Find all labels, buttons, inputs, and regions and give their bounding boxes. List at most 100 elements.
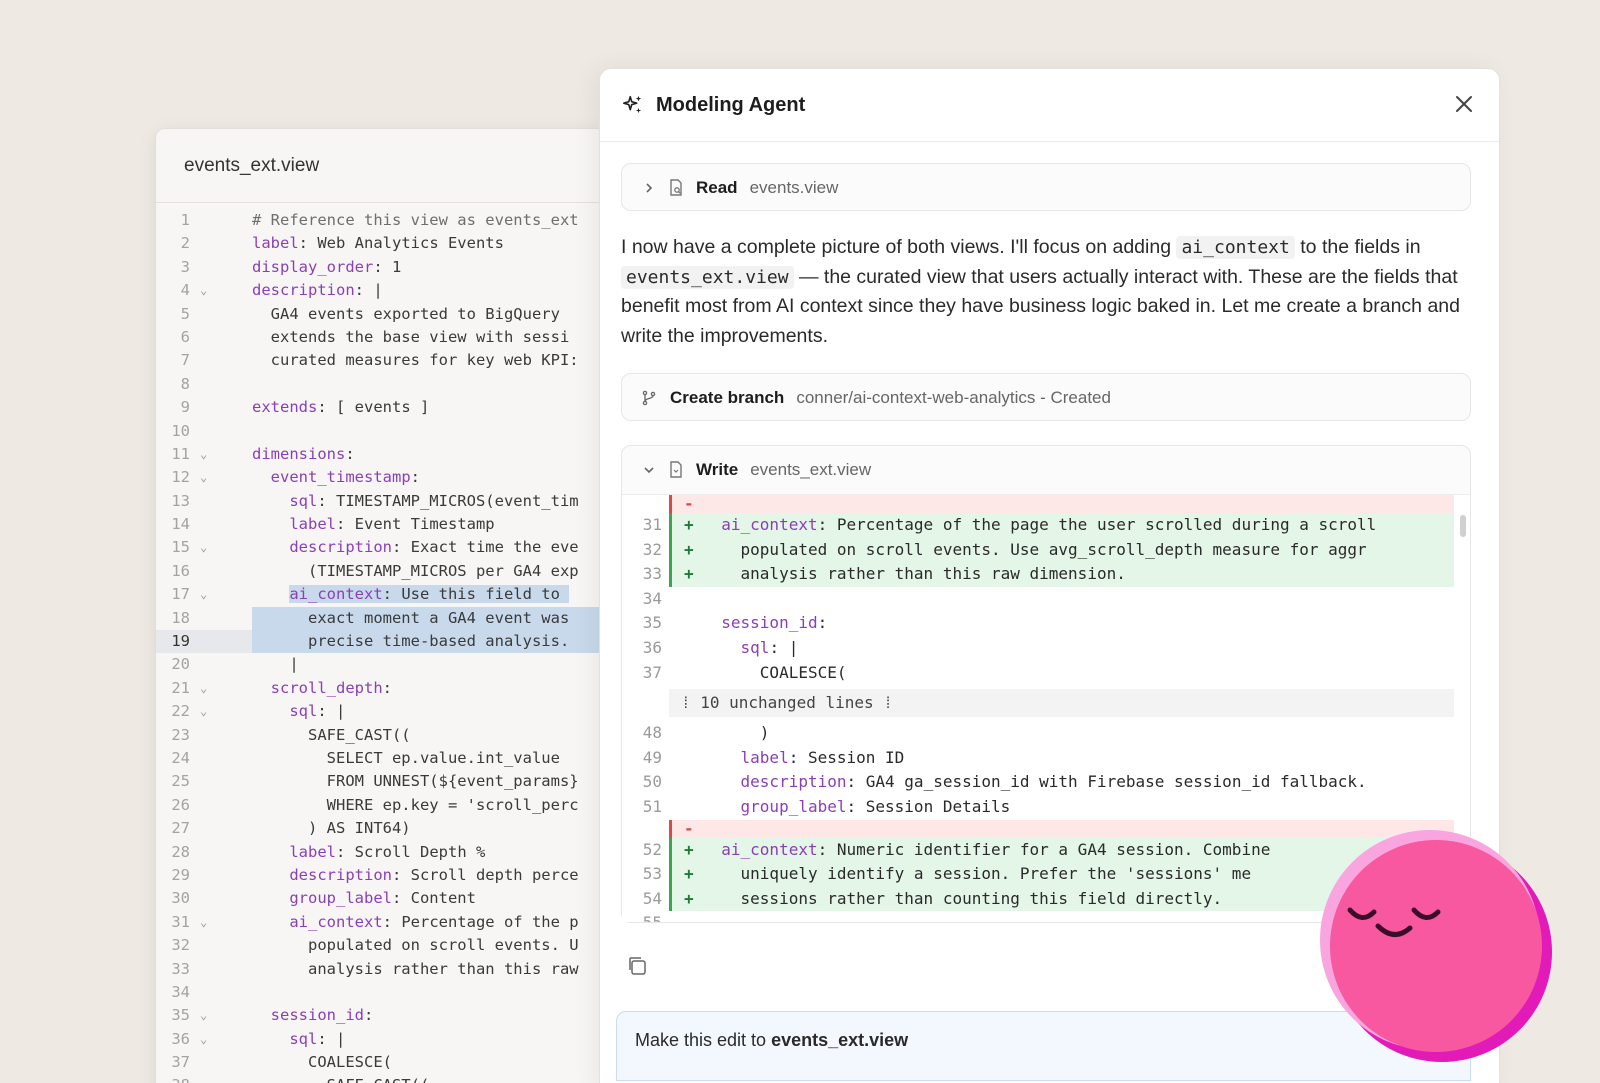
line-number: 13 [171, 491, 190, 510]
fold-chevron-icon[interactable]: ⌄ [200, 911, 214, 934]
line-code: description: Exact time the eve [252, 536, 579, 559]
diff-line: 51 group_label: Session Details [622, 795, 1470, 820]
line-code: FROM UNNEST(${event_params} [252, 770, 579, 793]
code-token: # Reference this view as events_ext [252, 211, 579, 229]
line-code: display_order: 1 [252, 256, 401, 279]
unchanged-lines-label: ⁞ 10 unchanged lines ⁞ [681, 693, 893, 713]
inline-code: events_ext.view [621, 265, 794, 289]
diff-line-number: 34 [642, 588, 662, 608]
code-token: : [817, 613, 828, 633]
branch-name: conner/ai-context-web-analytics - Create… [796, 388, 1111, 407]
message-text: I now have a complete picture of both vi… [621, 236, 1177, 258]
branch-verb: Create branch [670, 388, 785, 407]
diff-scrollbar[interactable] [1460, 515, 1466, 537]
diff-code: COALESCE( [702, 661, 847, 686]
code-token: description [289, 865, 392, 884]
line-number: 21 [171, 678, 190, 697]
line-code: scroll_depth: [252, 677, 392, 700]
diff-line-number: 33 [642, 564, 662, 584]
diff-line-number: 49 [642, 747, 662, 767]
diff-code: sessions rather than counting this field… [702, 887, 1223, 912]
diff-code: uniquely identify a session. Prefer the … [702, 862, 1252, 887]
code-token: scroll_depth [270, 678, 383, 697]
code-token: : Exact time the eve [391, 538, 579, 557]
diff-line-number: 51 [642, 796, 662, 816]
fold-chevron-icon[interactable]: ⌄ [200, 700, 214, 723]
close-icon[interactable] [1451, 91, 1477, 117]
mascot-avatar[interactable] [1318, 828, 1554, 1064]
added-marker: + [684, 564, 694, 584]
line-code: session_id: [252, 1004, 374, 1027]
line-code: SAFE_CAST(( [252, 724, 411, 747]
code-token: SELECT ep.value.int_value [252, 748, 560, 767]
line-number: 18 [171, 608, 190, 627]
line-code: label: Event Timestamp [252, 513, 494, 536]
removed-marker: - [684, 494, 694, 513]
diff-line-number: 53 [642, 864, 662, 884]
code-token: exact moment a GA4 event was [252, 608, 570, 627]
line-code: COALESCE( [252, 1051, 392, 1074]
code-token: ai_context [289, 585, 383, 604]
fold-chevron-icon[interactable]: ⌄ [200, 279, 214, 302]
line-code: label: Web Analytics Events [252, 232, 504, 255]
fold-chevron-icon[interactable]: ⌄ [200, 443, 214, 466]
unchanged-lines-toggle[interactable]: ⁞ 10 unchanged lines ⁞ [669, 689, 1454, 718]
line-code: event_timestamp: [252, 466, 420, 489]
code-token: analysis rather than this raw dimension. [702, 564, 1126, 584]
diff-line-number: 35 [642, 613, 662, 633]
line-number: 30 [171, 889, 190, 908]
line-code: dimensions: [252, 443, 355, 466]
line-number: 4 [180, 281, 190, 300]
line-number: 38 [156, 1074, 190, 1083]
line-code: WHERE ep.key = 'scroll_perc [252, 794, 579, 817]
line-number: 34 [171, 982, 190, 1001]
code-token: ) [702, 723, 770, 743]
code-token: : | [354, 281, 383, 300]
read-tool-call[interactable]: Read events.view [621, 163, 1471, 211]
line-number: 31 [171, 912, 190, 931]
code-token: event_timestamp [270, 468, 411, 487]
diff-line-number: 36 [642, 637, 662, 657]
copy-icon[interactable] [626, 955, 648, 977]
line-code: ai_context: Use this field to [252, 583, 570, 606]
inline-code: ai_context [1176, 236, 1295, 259]
line-number: 1 [180, 211, 190, 229]
fold-chevron-icon[interactable]: ⌄ [200, 1028, 214, 1051]
diff-line: 37 COALESCE( [622, 661, 1470, 686]
line-code: precise time-based analysis. [252, 630, 570, 654]
prompt-prefix: Make this edit to [635, 1030, 772, 1050]
code-token: ai_context [721, 839, 818, 859]
code-token: SAFE_CAST(( [252, 1076, 430, 1083]
diff-code: sql: | [702, 636, 799, 661]
code-token: extends [252, 398, 318, 417]
line-number: 10 [171, 421, 190, 440]
fold-chevron-icon[interactable]: ⌄ [200, 1004, 214, 1027]
diff-line: 50 description: GA4 ga_session_id with F… [622, 770, 1470, 795]
code-token: | [252, 655, 299, 674]
code-token: : Percentage of the p [382, 912, 579, 931]
fold-chevron-icon[interactable]: ⌄ [200, 466, 214, 489]
chevron-right-icon[interactable] [642, 181, 656, 195]
create-branch-tool-call[interactable]: Create branch conner/ai-context-web-anal… [621, 373, 1471, 421]
line-number: 3 [180, 257, 190, 276]
code-token: : GA4 ga_session_id with Firebase sessio… [846, 772, 1367, 792]
line-number: 11 [171, 444, 190, 463]
diff-code: session_id: [702, 611, 827, 636]
diff-line: 35 session_id: [622, 611, 1470, 636]
code-token: session_id [270, 1006, 364, 1025]
fold-chevron-icon[interactable]: ⌄ [200, 677, 214, 700]
line-code: extends the base view with sessi [252, 326, 570, 349]
fold-chevron-icon[interactable]: ⌄ [200, 536, 214, 559]
fold-chevron-icon[interactable]: ⌄ [200, 583, 214, 606]
code-token: : TIMESTAMP_MICROS(event_tim [317, 491, 579, 510]
chevron-down-icon[interactable] [642, 463, 656, 477]
line-code: sql: | [252, 1028, 345, 1051]
